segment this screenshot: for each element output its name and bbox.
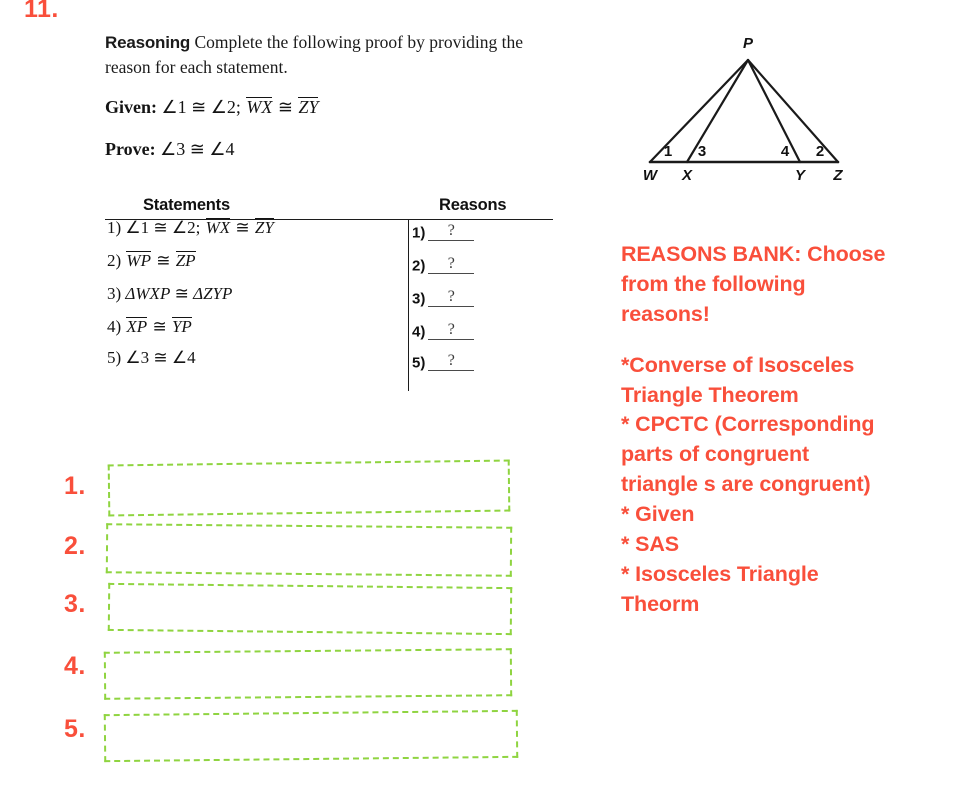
- statement-text: ≅: [174, 284, 189, 303]
- reasons-bank-item: * Given: [621, 502, 695, 526]
- statement-number: 3): [107, 284, 126, 303]
- given-segment-wx: WX: [246, 97, 273, 117]
- segment-overline: WX: [205, 218, 231, 237]
- reason-blank[interactable]: ?: [428, 255, 475, 275]
- statement-text: ≅: [152, 317, 167, 336]
- vertex-label-x: X: [681, 167, 693, 184]
- triangle-diagram-svg: P W X Y Z 1 3 4 2: [643, 35, 844, 184]
- answer-number-label: 3.: [64, 590, 86, 618]
- statement-number: 5): [107, 348, 126, 367]
- reasons-bank-item: * Isosceles Triangle: [621, 561, 819, 586]
- answer-number-label: 5.: [64, 715, 86, 743]
- segment-overline: XP: [126, 317, 148, 336]
- reason-row: 2)?: [412, 255, 475, 275]
- reasons-bank: REASONS BANK: Choose from the following …: [621, 240, 957, 620]
- table-column-divider: [408, 219, 409, 391]
- problem-number: 11.: [24, 0, 59, 23]
- reason-row: 1)?: [412, 222, 475, 242]
- reasons-bank-heading-line-1: REASONS BANK: Choose: [621, 242, 886, 266]
- reasons-bank-item: parts of congruent: [621, 442, 810, 467]
- answer-input-box[interactable]: [105, 523, 513, 577]
- given-line: Given: ∠1 ≅ ∠2; WX ≅ ZY: [105, 97, 319, 118]
- reason-number: 2): [412, 257, 426, 275]
- reason-row: 3)?: [412, 288, 475, 308]
- prompt-block: Reasoning Complete the following proof b…: [105, 30, 557, 80]
- reasons-bank-heading-line-3: reasons!: [621, 301, 710, 326]
- reasons-bank-heading-line-2: from the following: [621, 271, 806, 296]
- reason-blank[interactable]: ?: [428, 288, 475, 308]
- angle-label-3: 3: [698, 143, 706, 160]
- reasons-bank-item: * SAS: [621, 531, 680, 556]
- statement-text: ∠3 ≅ ∠4: [125, 348, 196, 367]
- reason-row: 4)?: [412, 321, 475, 341]
- statement-row: 5) ∠3 ≅ ∠4: [107, 348, 196, 368]
- statement-row: 3) ΔWXP ≅ ΔZYP: [107, 284, 232, 304]
- segment-px: [685, 58, 750, 164]
- reasons-bank-list: *Converse of Isosceles Triangle Theorem * …: [621, 351, 957, 620]
- reason-number: 1): [412, 224, 426, 242]
- statement-text: ∠1 ≅ ∠2;: [125, 218, 201, 237]
- column-header-reasons: Reasons: [439, 196, 507, 214]
- reason-row: 5)?: [412, 352, 475, 372]
- reason-blank[interactable]: ?: [428, 222, 475, 242]
- prove-label: Prove:: [105, 139, 156, 159]
- reason-number: 5): [412, 354, 426, 372]
- vertex-label-y: Y: [795, 167, 807, 184]
- vertex-label-p: P: [743, 35, 754, 52]
- statement-number: 2): [107, 251, 126, 270]
- statement-number: 4): [107, 317, 126, 336]
- answer-input-box[interactable]: [103, 709, 519, 763]
- angle-label-2: 2: [816, 143, 824, 160]
- angle-label-4: 4: [781, 143, 790, 160]
- given-angle-congruence: ∠1 ≅ ∠2;: [161, 97, 241, 117]
- segment-overline: YP: [171, 317, 192, 336]
- answer-number-label: 4.: [64, 652, 86, 680]
- statement-text: ≅: [156, 251, 171, 270]
- given-label: Given:: [105, 97, 157, 117]
- answer-input-box[interactable]: [103, 648, 513, 700]
- segment-overline: WP: [126, 251, 151, 270]
- reason-number: 3): [412, 290, 426, 308]
- column-header-statements: Statements: [143, 196, 230, 214]
- answer-number-label: 2.: [64, 532, 86, 560]
- reason-blank[interactable]: ?: [428, 352, 475, 372]
- statement-row: 2) WP ≅ ZP: [107, 251, 197, 271]
- statement-number: 1): [107, 218, 126, 237]
- vertex-label-z: Z: [832, 167, 843, 184]
- proof-table: Statements Reasons 1) ∠1 ≅ ∠2; WX ≅ ZY 2…: [105, 196, 553, 391]
- answer-input-box[interactable]: [107, 459, 511, 517]
- answer-number-label: 1.: [64, 472, 86, 500]
- triangle-name: ΔZYP: [193, 284, 233, 303]
- triangle-name: ΔWXP: [125, 284, 171, 303]
- reason-blank[interactable]: ?: [428, 321, 475, 341]
- segment-overline: ZP: [175, 251, 196, 270]
- reasons-bank-spacer: [621, 330, 957, 351]
- given-congruence-symbol: ≅: [277, 97, 293, 117]
- reasons-bank-item: triangle s are congruent): [621, 472, 871, 497]
- prove-line: Prove: ∠3 ≅ ∠4: [105, 139, 235, 160]
- geometry-figure: P W X Y Z 1 3 4 2: [628, 26, 860, 184]
- statement-row: 1) ∠1 ≅ ∠2; WX ≅ ZY: [107, 218, 275, 238]
- prove-statement: ∠3 ≅ ∠4: [160, 139, 235, 159]
- reasons-bank-item: Triangle Theorem: [621, 382, 799, 407]
- reason-number: 4): [412, 323, 426, 341]
- prompt-lead-label: Reasoning: [105, 33, 191, 52]
- statement-row: 4) XP ≅ YP: [107, 317, 193, 337]
- answer-input-box[interactable]: [107, 582, 513, 636]
- reasons-bank-item: * CPCTC (Corresponding: [621, 412, 875, 437]
- reasons-bank-item: *Converse of Isosceles: [621, 352, 855, 377]
- given-segment-zy: ZY: [298, 97, 319, 117]
- reasons-bank-item: Theorm: [621, 591, 700, 616]
- vertex-label-w: W: [643, 167, 659, 184]
- segment-overline: ZY: [254, 218, 274, 237]
- angle-label-1: 1: [664, 143, 672, 160]
- statement-text: ≅: [235, 218, 250, 237]
